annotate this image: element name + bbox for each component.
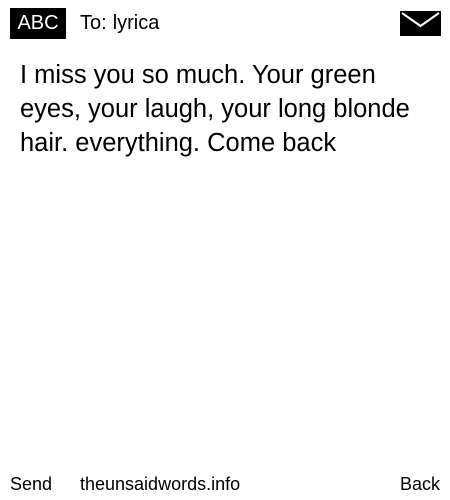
compose-header: ABC To: lyrica: [0, 0, 450, 46]
back-button[interactable]: Back: [400, 470, 440, 498]
recipient-field[interactable]: To: lyrica: [80, 8, 159, 39]
to-label: To:: [80, 12, 107, 34]
site-label: theunsaidwords.info: [80, 474, 241, 494]
envelope-icon: [400, 11, 441, 36]
input-mode-badge[interactable]: ABC: [10, 8, 66, 39]
message-body[interactable]: I miss you so much. Your green eyes, you…: [20, 58, 435, 160]
recipient-name: lyrica: [112, 12, 160, 34]
softkey-bar: Send theunsaidwords.info Back: [0, 470, 450, 500]
send-button[interactable]: Send: [10, 470, 52, 498]
